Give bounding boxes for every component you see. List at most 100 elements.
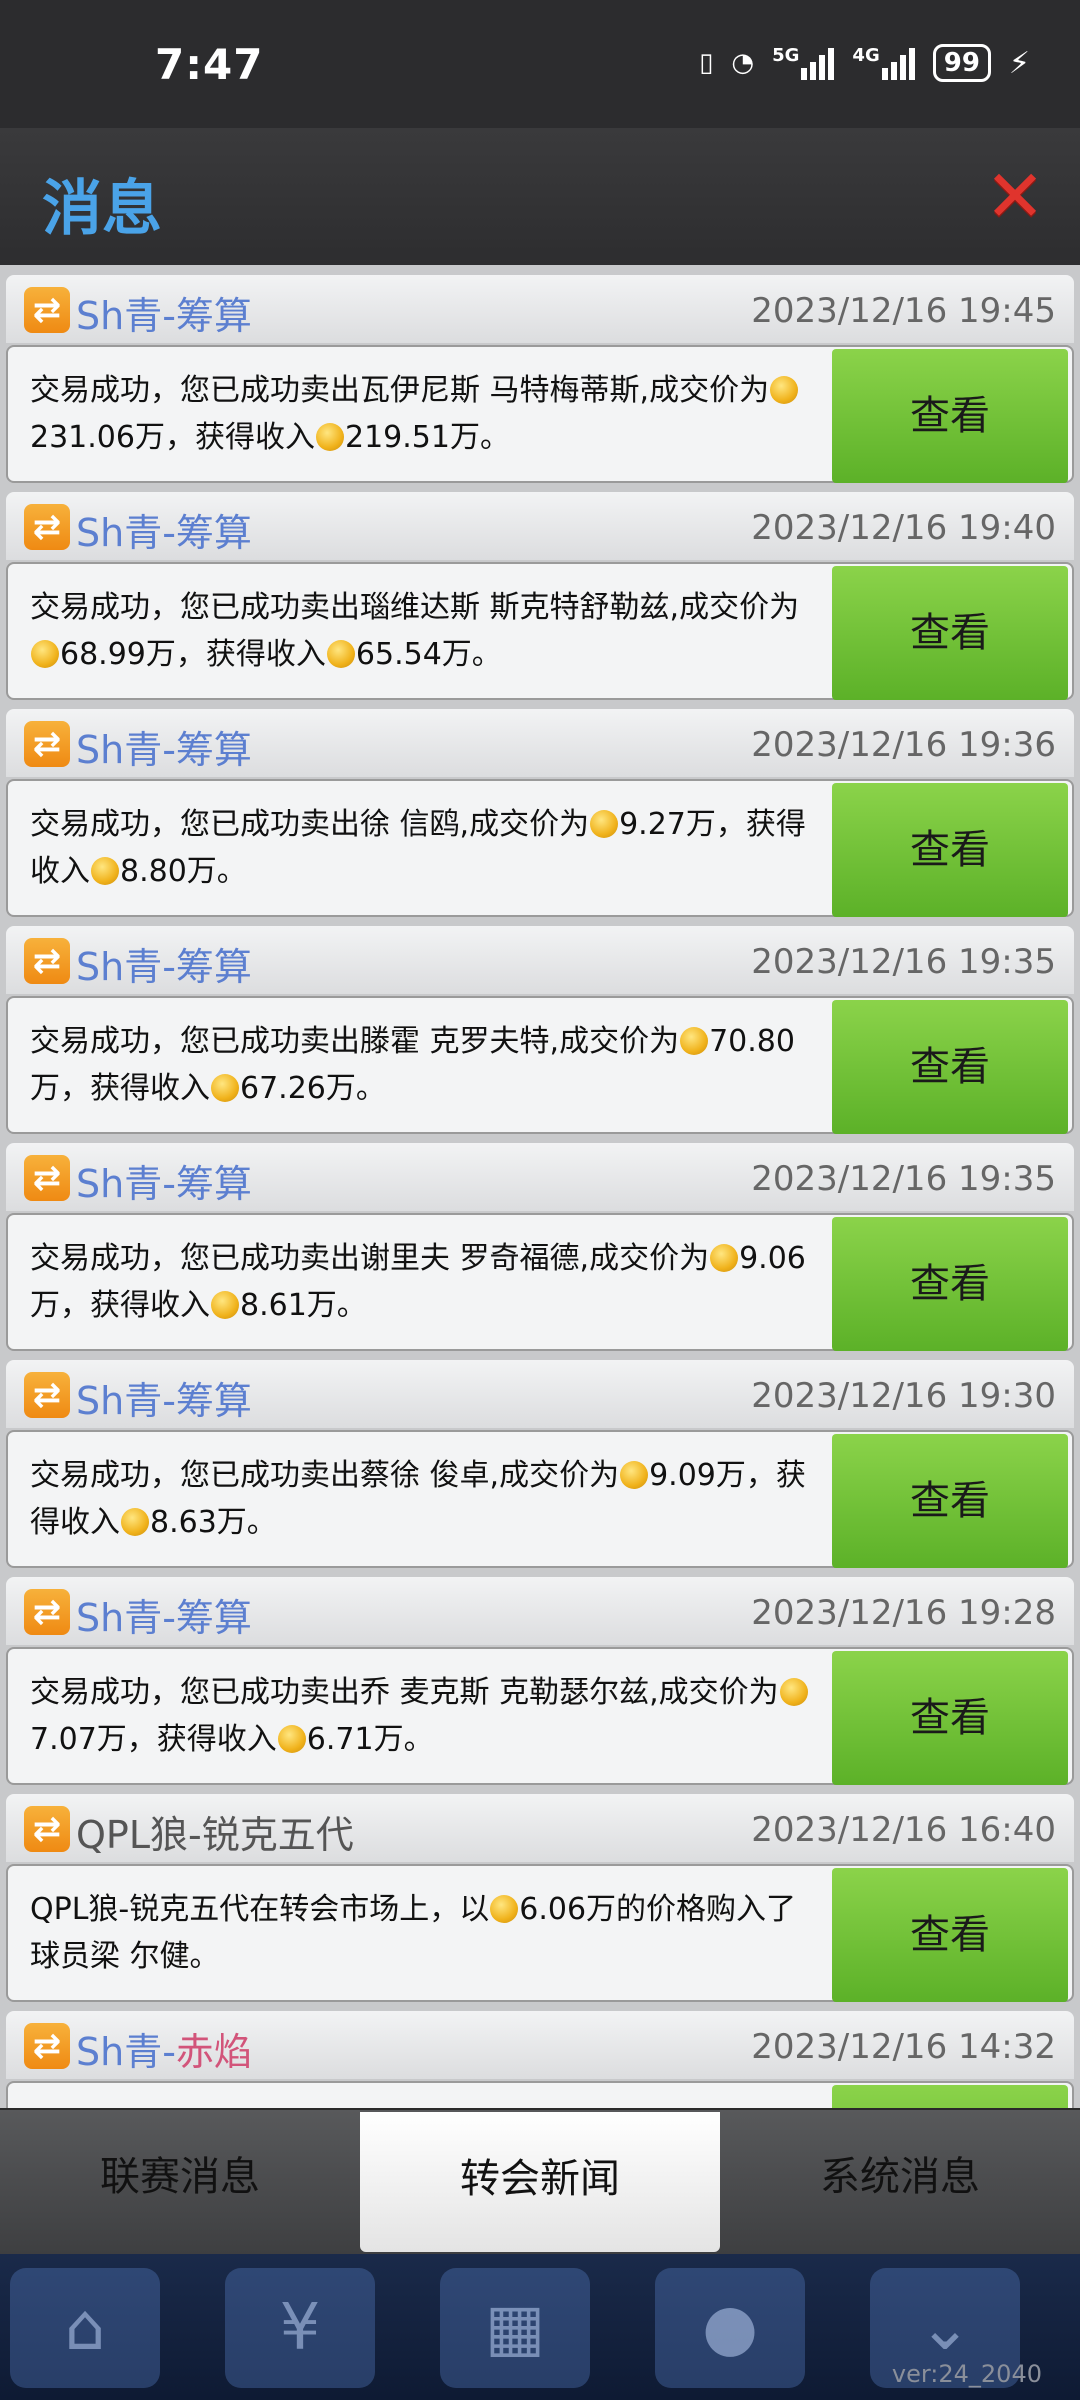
message-text: 交易成功，您已成功卖出瑙维达斯 斯克特舒勒兹,成交价为 68.99万，获得收入 65… bbox=[30, 590, 800, 672]
coin-icon bbox=[590, 810, 619, 838]
view-button[interactable]: 查看 bbox=[832, 1000, 1068, 1134]
coin-icon bbox=[770, 376, 799, 404]
coin-icon bbox=[326, 640, 355, 668]
coin-icon bbox=[211, 1074, 239, 1102]
message-date: 2023/12/16 16:40 bbox=[751, 1810, 1056, 1850]
message-header-row: ⇄ Sh青-筹算 2023/12/16 19:35 bbox=[6, 1143, 1074, 1211]
transfer-icon: ⇄ bbox=[24, 938, 70, 984]
message-header-row: ⇄ Sh青-筹算 2023/12/16 19:36 bbox=[6, 709, 1074, 777]
message-header-row: ⇄ Sh青-筹算 2023/12/16 19:35 bbox=[6, 926, 1074, 994]
message-date: 2023/12/16 19:40 bbox=[751, 508, 1056, 548]
message-body: 交易成功，您已成功卖出滕霍 克罗夫特,成交价为 70.80万，获得收入 67.26万… bbox=[6, 996, 1074, 1134]
transfer-icon: ⇄ bbox=[24, 1155, 70, 1201]
tab-system-messages[interactable]: 系统消息 bbox=[720, 2110, 1080, 2254]
message-item: ⇄ Sh青-筹算 2023/12/16 19:35 交易成功，您已成功卖出谢里夫… bbox=[6, 1143, 1074, 1353]
coin-icon bbox=[490, 1895, 519, 1923]
message-list[interactable]: ⇄ Sh青-筹算 2023/12/16 19:45 交易成功，您已成功卖出瓦伊尼… bbox=[0, 265, 1080, 2108]
battery-icon: 99 bbox=[932, 44, 991, 82]
message-body: 交易成功，您已成功卖出谢里夫 罗奇福德,成交价为 9.06万，获得收入 8.61万。… bbox=[6, 1213, 1074, 1351]
transfer-icon: ⇄ bbox=[24, 287, 70, 333]
transfer-icon: ⇄ bbox=[24, 1372, 70, 1418]
view-button[interactable]: 查看 bbox=[832, 2085, 1068, 2108]
coin-icon bbox=[31, 640, 59, 668]
view-button[interactable]: 查看 bbox=[832, 1868, 1068, 2002]
coin-icon bbox=[315, 423, 344, 451]
club-icon: ⌂ bbox=[10, 2268, 160, 2388]
view-button[interactable]: 查看 bbox=[832, 1651, 1068, 1785]
view-button[interactable]: 查看 bbox=[832, 566, 1068, 700]
message-body: 交易成功，您已成功卖出瓦伊尼斯 马特梅蒂斯,成交价为231.06万，获得收入 21… bbox=[6, 345, 1074, 483]
transfer-icon: ⇄ bbox=[24, 1589, 70, 1635]
message-sender[interactable]: Sh青-筹算 bbox=[76, 936, 252, 991]
message-sender[interactable]: QPL狼-锐克五代 bbox=[76, 1804, 354, 1859]
message-tab-bar: 联赛消息 转会新闻 系统消息 bbox=[0, 2110, 1080, 2254]
transfer-icon: ⇄ bbox=[24, 504, 70, 550]
message-text: 交易成功，您已成功卖出滕霍 克罗夫特,成交价为 70.80万，获得收入 67.26万… bbox=[30, 1024, 795, 1106]
message-sender[interactable]: Sh青-筹算 bbox=[76, 719, 252, 774]
coin-icon bbox=[710, 1244, 739, 1272]
message-text: 交易成功，您已成功卖出谢里夫 罗奇福德,成交价为 9.06万，获得收入 8.61万。 bbox=[30, 1241, 806, 1323]
message-item: ⇄ Sh青-筹算 2023/12/16 19:36 交易成功，您已成功卖出徐 信… bbox=[6, 709, 1074, 919]
close-icon[interactable]: ✕ bbox=[982, 160, 1048, 232]
coin-icon bbox=[91, 857, 119, 885]
message-header: 消息 ✕ bbox=[0, 128, 1080, 265]
message-body: 交易成功，您已成功卖出徐 信鸥,成交价为 9.27万，获得收入 8.80万。 查看 bbox=[6, 779, 1074, 917]
message-sender[interactable]: Sh青-筹算 bbox=[76, 285, 252, 340]
charging-icon: ⚡ bbox=[1008, 45, 1030, 81]
message-sender[interactable]: Sh青-筹算 bbox=[76, 1587, 252, 1642]
coin-icon bbox=[680, 1027, 709, 1055]
message-date: 2023/12/16 19:28 bbox=[751, 1593, 1056, 1633]
finance-icon: ¥ bbox=[225, 2268, 375, 2388]
view-button[interactable]: 查看 bbox=[832, 1434, 1068, 1568]
message-sender[interactable]: Sh青-赤焰 bbox=[76, 2021, 252, 2076]
vibrate-icon: ▯ bbox=[699, 48, 714, 78]
message-body: 查看 bbox=[6, 2081, 1074, 2108]
transfer-icon: ⇄ bbox=[24, 1806, 70, 1852]
message-date: 2023/12/16 19:45 bbox=[751, 291, 1056, 331]
coin-icon bbox=[779, 1678, 808, 1706]
tab-transfer-news[interactable]: 转会新闻 bbox=[360, 2112, 720, 2252]
game-nav-bar: ⌂ ¥ ▦ ● ⌄ ver:24_2040 bbox=[0, 2254, 1080, 2400]
tab-league-messages[interactable]: 联赛消息 bbox=[0, 2110, 360, 2254]
view-button[interactable]: 查看 bbox=[832, 349, 1068, 483]
coin-icon bbox=[211, 1291, 239, 1319]
message-date: 2023/12/16 19:35 bbox=[751, 942, 1056, 982]
message-header-row: ⇄ QPL狼-锐克五代 2023/12/16 16:40 bbox=[6, 1794, 1074, 1862]
message-body: 交易成功，您已成功卖出蔡徐 俊卓,成交价为 9.09万，获得收入 8.63万。 查看 bbox=[6, 1430, 1074, 1568]
message-date: 2023/12/16 14:32 bbox=[751, 2027, 1056, 2067]
message-item: ⇄ Sh青-筹算 2023/12/16 19:30 交易成功，您已成功卖出蔡徐 … bbox=[6, 1360, 1074, 1570]
view-button[interactable]: 查看 bbox=[832, 1217, 1068, 1351]
message-sender[interactable]: Sh青-筹算 bbox=[76, 1153, 252, 1208]
wifi-icon: ◔ bbox=[731, 48, 755, 78]
team-icon: ● bbox=[655, 2268, 805, 2388]
message-text: QPL狼-锐克五代在转会市场上，以 6.06万的价格购入了球员梁 尔健。 bbox=[30, 1892, 797, 1974]
message-body: 交易成功，您已成功卖出乔 麦克斯 克勒瑟尔兹,成交价为 7.07万，获得收入 6.7… bbox=[6, 1647, 1074, 1785]
message-sender[interactable]: Sh青-筹算 bbox=[76, 502, 252, 557]
message-header-row: ⇄ Sh青-筹算 2023/12/16 19:45 bbox=[6, 275, 1074, 343]
message-item: ⇄ Sh青-筹算 2023/12/16 19:45 交易成功，您已成功卖出瓦伊尼… bbox=[6, 275, 1074, 485]
message-text: 交易成功，您已成功卖出乔 麦克斯 克勒瑟尔兹,成交价为 7.07万，获得收入 6.7… bbox=[30, 1669, 810, 1763]
tactics-icon: ▦ bbox=[440, 2268, 590, 2388]
message-sender[interactable]: Sh青-筹算 bbox=[76, 1370, 252, 1425]
message-item: ⇄ Sh青-筹算 2023/12/16 19:28 交易成功，您已成功卖出乔 麦… bbox=[6, 1577, 1074, 1787]
page-title: 消息 bbox=[42, 174, 162, 244]
message-item: ⇄ Sh青-筹算 2023/12/16 19:40 交易成功，您已成功卖出瑙维达… bbox=[6, 492, 1074, 702]
message-date: 2023/12/16 19:30 bbox=[751, 1376, 1056, 1416]
version-label: ver:24_2040 bbox=[891, 2360, 1042, 2388]
message-item: ⇄ Sh青-筹算 2023/12/16 19:35 交易成功，您已成功卖出滕霍 … bbox=[6, 926, 1074, 1136]
message-header-row: ⇄ Sh青-筹算 2023/12/16 19:40 bbox=[6, 492, 1074, 560]
coin-icon bbox=[277, 1725, 306, 1753]
message-text: 交易成功，您已成功卖出蔡徐 俊卓,成交价为 9.09万，获得收入 8.63万。 bbox=[30, 1458, 806, 1540]
coin-icon bbox=[121, 1508, 149, 1536]
clock: 7:47 bbox=[155, 40, 264, 89]
message-body: 交易成功，您已成功卖出瑙维达斯 斯克特舒勒兹,成交价为 68.99万，获得收入 65… bbox=[6, 562, 1074, 700]
signal-5g-icon: 5G bbox=[772, 45, 835, 80]
view-button[interactable]: 查看 bbox=[832, 783, 1068, 917]
message-body: QPL狼-锐克五代在转会市场上，以 6.06万的价格购入了球员梁 尔健。 查看 bbox=[6, 1864, 1074, 2002]
coin-icon bbox=[620, 1461, 649, 1489]
transfer-icon: ⇄ bbox=[24, 2023, 70, 2069]
message-header-row: ⇄ Sh青-筹算 2023/12/16 19:28 bbox=[6, 1577, 1074, 1645]
message-date: 2023/12/16 19:36 bbox=[751, 725, 1056, 765]
status-bar: 7:47 ▯ ◔ 5G 4G 99 ⚡ bbox=[0, 0, 1080, 128]
message-item: ⇄ QPL狼-锐克五代 2023/12/16 16:40 QPL狼-锐克五代在转… bbox=[6, 1794, 1074, 2004]
